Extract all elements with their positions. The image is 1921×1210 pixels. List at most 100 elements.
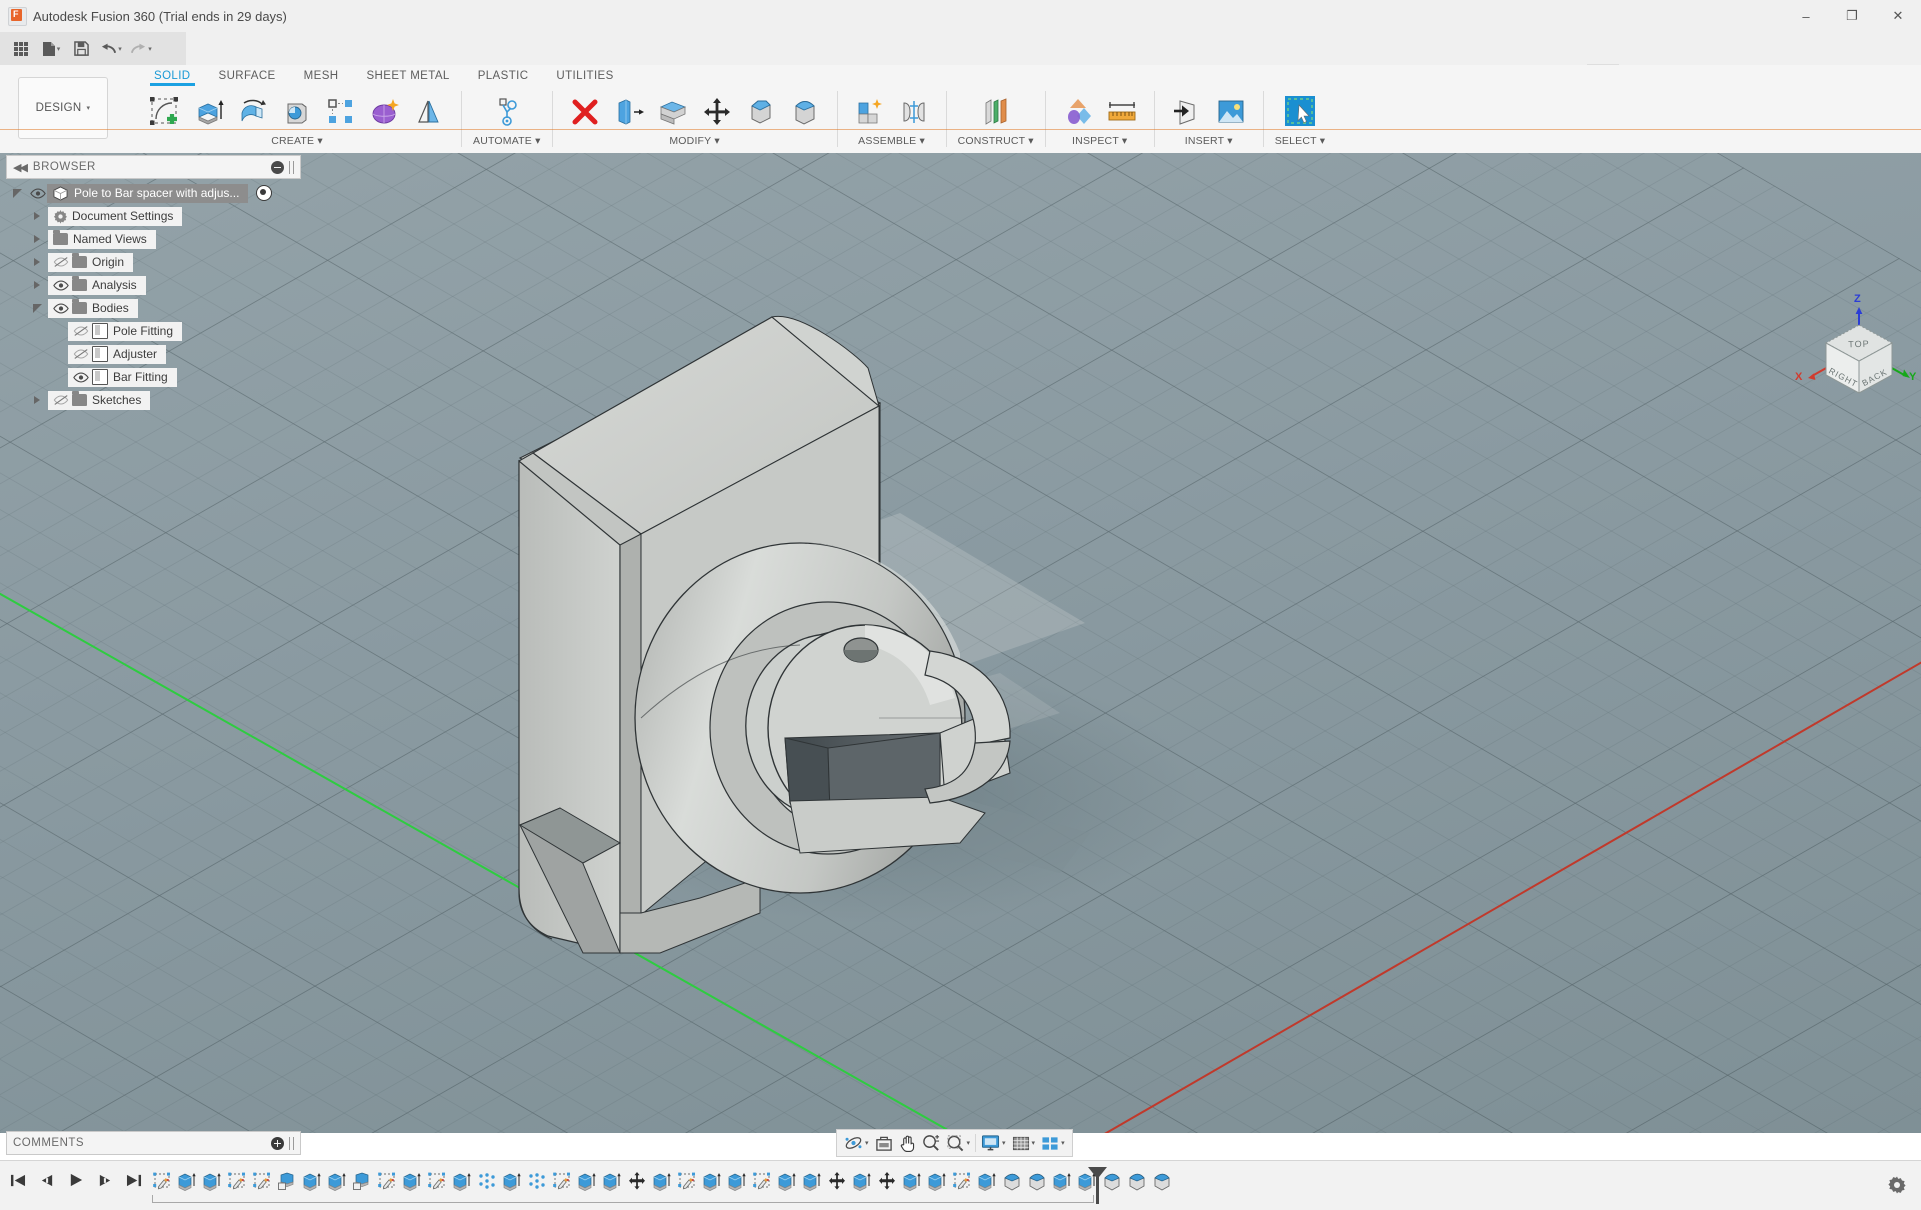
tree-row-root[interactable]: Pole to Bar spacer with adjus... bbox=[6, 183, 301, 203]
visibility-eye-icon[interactable] bbox=[71, 369, 90, 385]
expand-arrow-icon[interactable] bbox=[12, 188, 22, 198]
timeline-feature-sketch[interactable] bbox=[375, 1168, 398, 1194]
timeline-feature-pattern[interactable] bbox=[475, 1168, 498, 1194]
insert-derive-tool[interactable] bbox=[1166, 91, 1208, 133]
timeline-feature-extrude[interactable] bbox=[325, 1168, 348, 1194]
tab-plastic[interactable]: PLASTIC bbox=[464, 65, 543, 86]
timeline-settings-gear-icon[interactable] bbox=[1887, 1175, 1907, 1195]
tree-chip-pole-fitting[interactable]: Pole Fitting bbox=[68, 321, 183, 341]
insert-canvas-tool[interactable] bbox=[1210, 91, 1252, 133]
timeline-feature-extrude[interactable] bbox=[725, 1168, 748, 1194]
pan-tool[interactable] bbox=[896, 1130, 919, 1156]
add-comment-icon[interactable] bbox=[271, 1136, 284, 1150]
panel-resize-grip[interactable] bbox=[289, 1136, 294, 1150]
timeline-feature-move[interactable] bbox=[875, 1168, 898, 1194]
timeline-feature-sketch[interactable] bbox=[950, 1168, 973, 1194]
undo-button[interactable]: ▾ bbox=[96, 36, 126, 62]
viewports[interactable]: ▾ bbox=[1038, 1130, 1068, 1156]
offset-plane-tool[interactable] bbox=[975, 91, 1017, 133]
tree-chip-sketches[interactable]: Sketches bbox=[48, 390, 151, 410]
app-grid-button[interactable] bbox=[6, 36, 36, 62]
timeline-feature-extrude[interactable] bbox=[450, 1168, 473, 1194]
expand-arrow-icon[interactable] bbox=[32, 303, 42, 313]
tab-solid[interactable]: SOLID bbox=[140, 65, 205, 86]
timeline-feature-extrude[interactable] bbox=[300, 1168, 323, 1194]
mirror-tool[interactable] bbox=[408, 91, 450, 133]
timeline-feature-pattern[interactable] bbox=[525, 1168, 548, 1194]
tree-row-adjuster[interactable]: Adjuster bbox=[6, 344, 301, 364]
expand-arrow-icon[interactable] bbox=[34, 235, 40, 243]
redo-button[interactable]: ▾ bbox=[126, 36, 156, 62]
tab-surface[interactable]: SURFACE bbox=[205, 65, 290, 86]
timeline-feature-extrude[interactable] bbox=[400, 1168, 423, 1194]
revolve-tool[interactable] bbox=[232, 91, 274, 133]
timeline-feature-extrude[interactable] bbox=[975, 1168, 998, 1194]
view-cube[interactable]: TOP RIGHT BACK Z X Y bbox=[1795, 293, 1918, 415]
visibility-eye-hidden-icon[interactable] bbox=[71, 323, 90, 339]
interference-tool[interactable] bbox=[1057, 91, 1099, 133]
extrude-tool[interactable] bbox=[188, 91, 230, 133]
expand-arrow-icon[interactable] bbox=[34, 212, 40, 220]
tree-row-analysis[interactable]: Analysis bbox=[6, 275, 301, 295]
timeline-feature-fillet[interactable] bbox=[1025, 1168, 1048, 1194]
tree-chip-root[interactable]: Pole to Bar spacer with adjus... bbox=[47, 183, 249, 203]
timeline-feature-fillet[interactable] bbox=[1000, 1168, 1023, 1194]
pattern-tool[interactable] bbox=[320, 91, 362, 133]
select-tool[interactable] bbox=[1279, 91, 1321, 133]
timeline-feature-extrude[interactable] bbox=[200, 1168, 223, 1194]
timeline-feature-extrude[interactable] bbox=[600, 1168, 623, 1194]
tree-row-named-views[interactable]: Named Views bbox=[6, 229, 301, 249]
tree-chip-adjuster[interactable]: Adjuster bbox=[68, 344, 167, 364]
visibility-eye-hidden-icon[interactable] bbox=[51, 254, 70, 270]
maximize-button[interactable]: ❐ bbox=[1829, 0, 1875, 32]
timeline-feature-extrude[interactable] bbox=[575, 1168, 598, 1194]
timeline-feature-extrude[interactable] bbox=[175, 1168, 198, 1194]
grid-snaps[interactable]: ▾ bbox=[1009, 1130, 1039, 1156]
tab-mesh[interactable]: MESH bbox=[290, 65, 353, 86]
chamfer-tool[interactable] bbox=[740, 91, 782, 133]
tree-row-pole-fitting[interactable]: Pole Fitting bbox=[6, 321, 301, 341]
step-forward-button[interactable] bbox=[95, 1169, 115, 1191]
panel-options-icon[interactable] bbox=[271, 160, 284, 174]
save-button[interactable] bbox=[66, 36, 96, 62]
timeline-feature-sketch[interactable] bbox=[250, 1168, 273, 1194]
panel-resize-grip[interactable] bbox=[289, 160, 294, 174]
fit-tool[interactable]: ▾ bbox=[943, 1130, 974, 1156]
timeline-feature-move[interactable] bbox=[625, 1168, 648, 1194]
measure-tool[interactable] bbox=[1101, 91, 1143, 133]
new-component-tool[interactable] bbox=[849, 91, 891, 133]
tree-row-bar-fitting[interactable]: Bar Fitting bbox=[6, 367, 301, 387]
close-button[interactable]: ✕ bbox=[1875, 0, 1921, 32]
visibility-eye-hidden-icon[interactable] bbox=[71, 346, 90, 362]
tree-chip-document-settings[interactable]: Document Settings bbox=[48, 206, 183, 226]
visibility-eye-icon[interactable] bbox=[51, 300, 70, 316]
expand-arrow-icon[interactable] bbox=[34, 281, 40, 289]
tree-chip-origin[interactable]: Origin bbox=[48, 252, 134, 272]
timeline-feature-extrude[interactable] bbox=[925, 1168, 948, 1194]
tree-row-bodies[interactable]: Bodies bbox=[6, 298, 301, 318]
expand-arrow-icon[interactable] bbox=[34, 258, 40, 266]
timeline-feature-extrude[interactable] bbox=[500, 1168, 523, 1194]
tree-chip-analysis[interactable]: Analysis bbox=[48, 275, 146, 295]
orbit-tool[interactable]: ▾ bbox=[841, 1130, 872, 1156]
activate-radio-icon[interactable] bbox=[256, 185, 273, 201]
tree-row-sketches[interactable]: Sketches bbox=[6, 390, 301, 410]
form-tool[interactable] bbox=[364, 91, 406, 133]
go-to-beginning-button[interactable] bbox=[8, 1169, 28, 1191]
tree-chip-named-views[interactable]: Named Views bbox=[48, 229, 156, 249]
sweep-tool[interactable] bbox=[276, 91, 318, 133]
visibility-eye-hidden-icon[interactable] bbox=[51, 392, 70, 408]
fillet-tool[interactable] bbox=[784, 91, 826, 133]
timeline-feature-fillet[interactable] bbox=[1100, 1168, 1123, 1194]
automated-modeling-tool[interactable] bbox=[486, 91, 528, 133]
timeline-feature-sketch[interactable] bbox=[225, 1168, 248, 1194]
timeline-feature-extrude[interactable] bbox=[900, 1168, 923, 1194]
tree-chip-bar-fitting[interactable]: Bar Fitting bbox=[68, 367, 177, 387]
tree-row-origin[interactable]: Origin bbox=[6, 252, 301, 272]
tree-chip-bodies[interactable]: Bodies bbox=[48, 298, 138, 318]
press-pull-tool[interactable] bbox=[608, 91, 650, 133]
timeline-feature-combine[interactable] bbox=[275, 1168, 298, 1194]
step-back-button[interactable] bbox=[37, 1169, 57, 1191]
timeline-feature-sketch[interactable] bbox=[150, 1168, 173, 1194]
tree-row-document-settings[interactable]: Document Settings bbox=[6, 206, 301, 226]
